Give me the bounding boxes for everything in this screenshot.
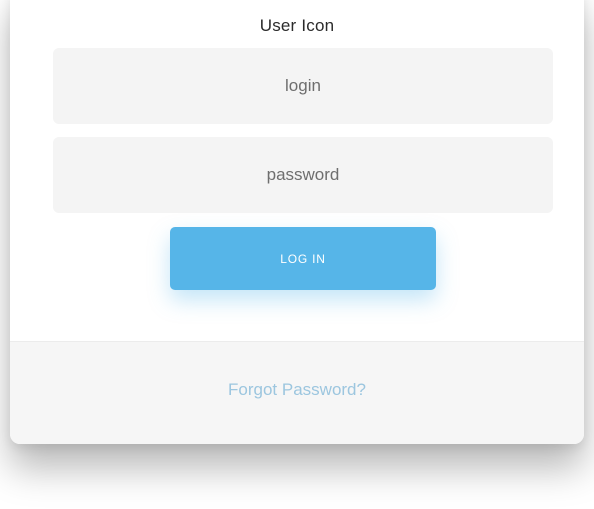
login-input[interactable] bbox=[53, 48, 553, 124]
card-footer: Forgot Password? bbox=[10, 341, 584, 444]
login-button[interactable]: LOG IN bbox=[170, 227, 436, 290]
page: User Icon LOG IN Forgot Password? bbox=[0, 0, 594, 509]
password-input[interactable] bbox=[53, 137, 553, 213]
login-card: User Icon LOG IN Forgot Password? bbox=[10, 0, 584, 444]
user-icon: User Icon bbox=[259, 16, 335, 35]
forgot-password-link[interactable]: Forgot Password? bbox=[10, 380, 584, 400]
